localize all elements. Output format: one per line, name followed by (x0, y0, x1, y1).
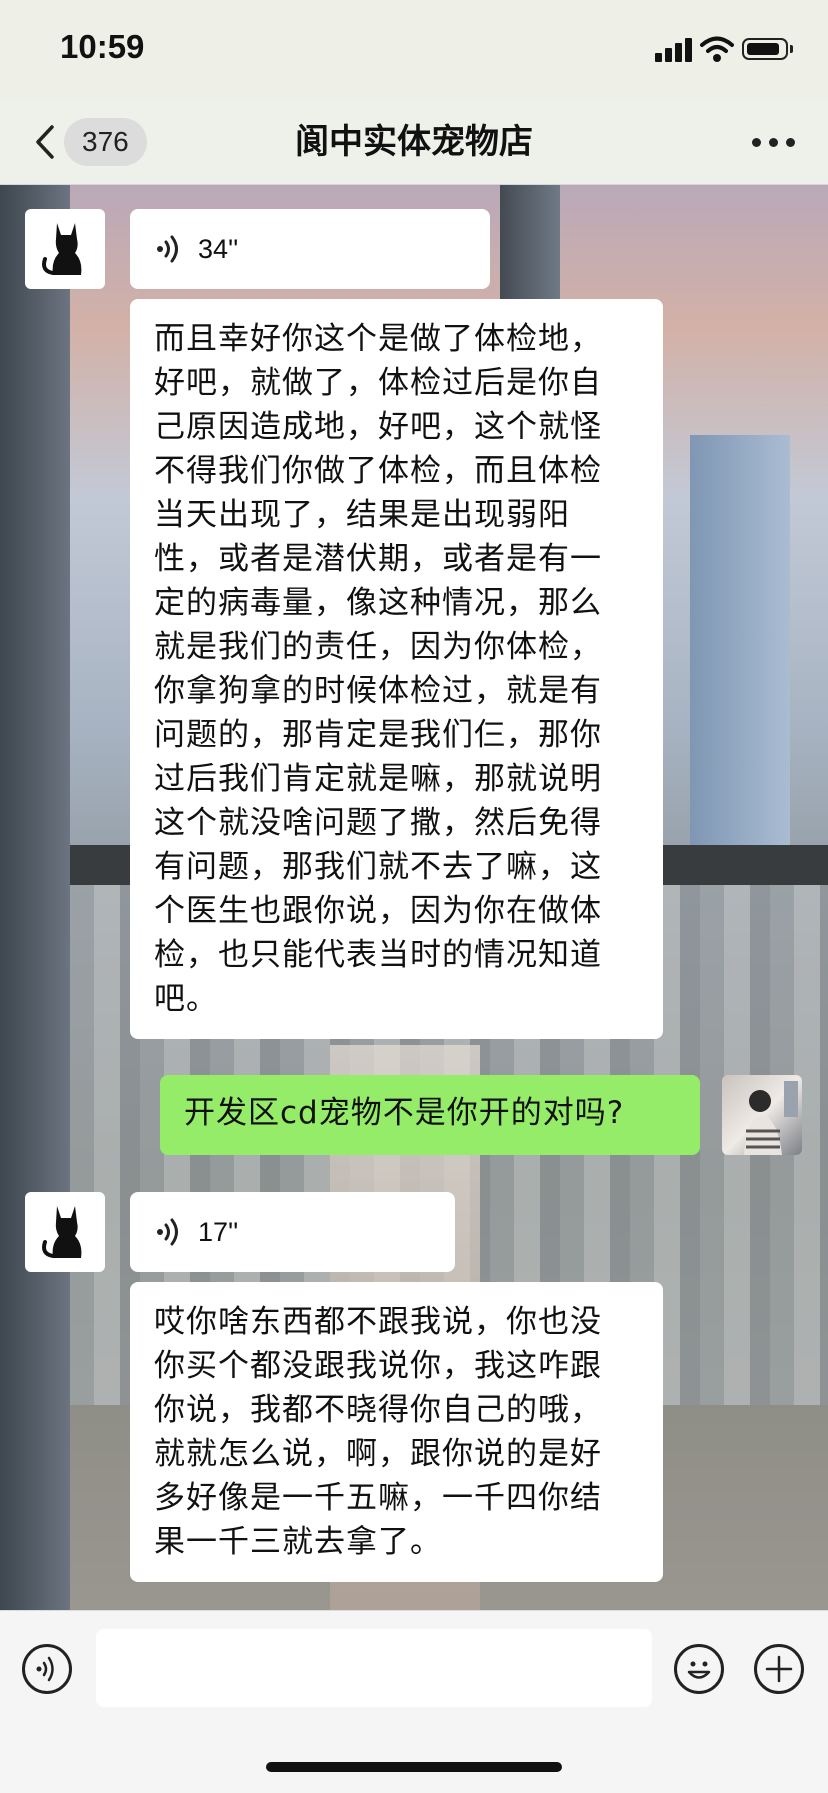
voice-message[interactable]: 17'' (130, 1192, 455, 1272)
chat-header: 376 阆中实体宠物店 (0, 100, 828, 185)
message-line: 定的病毒量，像这种情况，那么 (154, 585, 602, 621)
status-time: 10:59 (60, 28, 145, 65)
message-line: 你买个都没跟我说你，我这咋跟 (154, 1348, 602, 1384)
message-line: 己原因造成地，好吧，这个就怪 (154, 409, 602, 445)
user-photo (744, 1081, 798, 1155)
battery-nub (790, 45, 793, 53)
voice-message[interactable]: 34'' (130, 209, 490, 289)
message-line: 个医生也跟你说，因为你在做体 (154, 893, 602, 929)
contact-avatar[interactable] (25, 209, 105, 289)
my-text-message[interactable]: 开发区cd宠物不是你开的对吗? (160, 1075, 700, 1155)
message-line: 果一千三就去拿了。 (154, 1524, 442, 1560)
message-line: 当天出现了，结果是出现弱阳 (154, 497, 570, 533)
voice-wave-icon (36, 1656, 54, 1682)
message-line: 就是我们的责任，因为你体检， (154, 629, 602, 665)
message-line: 检，也只能代表当时的情况知道 (154, 937, 602, 973)
message-line: 你说，我都不晓得你自己的哦， (154, 1392, 602, 1428)
message-line: 不得我们你做了体检，而且体检 (154, 453, 602, 489)
message-line: 好吧，就做了，体检过后是你自 (154, 365, 602, 401)
message-line: 哎你啥东西都不跟我说，你也没 (154, 1304, 602, 1340)
message-text: 开发区cd宠物不是你开的对吗? (184, 1095, 625, 1131)
text-message[interactable]: 哎你啥东西都不跟我说，你也没 你买个都没跟我说你，我这咋跟 你说，我都不晓得你自… (130, 1282, 663, 1582)
message-line: 吧。 (154, 981, 218, 1017)
home-indicator[interactable] (266, 1762, 562, 1772)
chat-area[interactable]: 34'' 而且幸好你这个是做了体检地， 好吧，就做了，体检过后是你自 己原因造成… (0, 185, 828, 1610)
plus-icon (765, 1655, 793, 1683)
cat-icon (42, 223, 82, 275)
background-tower (690, 435, 790, 865)
message-line: 多好像是一千五嘛，一千四你结 (154, 1480, 602, 1516)
message-line: 就就怎么说，啊，跟你说的是好 (154, 1436, 602, 1472)
chat-title: 阆中实体宠物店 (295, 122, 533, 162)
voice-duration: 34'' (198, 234, 239, 264)
voice-wave-icon (157, 1218, 178, 1246)
more-actions-button[interactable] (754, 1644, 804, 1694)
message-line: 过后我们肯定就是嘛，那就说明 (154, 761, 602, 797)
voice-input-button[interactable] (22, 1644, 72, 1694)
message-line: 问题的，那肯定是我们仨，那你 (154, 717, 602, 753)
my-avatar[interactable] (722, 1075, 802, 1155)
more-options-icon[interactable] (752, 138, 796, 148)
status-bar: 10:59 (0, 0, 828, 100)
message-line: 性，或者是潜伏期，或者是有一 (154, 541, 602, 577)
contact-avatar[interactable] (25, 1192, 105, 1272)
message-line: 你拿狗拿的时候体检过，就是有 (154, 673, 602, 709)
voice-duration: 17'' (198, 1217, 239, 1247)
signal-icon (655, 36, 703, 62)
emoji-button[interactable] (674, 1644, 724, 1694)
cat-icon (42, 1206, 82, 1258)
message-line: 有问题，那我们就不去了嘛，这 (154, 849, 602, 885)
battery-icon (742, 38, 788, 60)
wifi-icon (700, 36, 734, 62)
voice-wave-icon (157, 235, 178, 263)
text-message[interactable]: 而且幸好你这个是做了体检地， 好吧，就做了，体检过后是你自 己原因造成地，好吧，… (130, 299, 663, 1039)
message-line: 这个就没啥问题了撒，然后免得 (154, 805, 602, 841)
message-input[interactable] (96, 1629, 652, 1707)
message-line: 而且幸好你这个是做了体检地， (154, 321, 602, 357)
smiley-icon (687, 1661, 711, 1679)
background-window-frame (0, 185, 70, 1610)
